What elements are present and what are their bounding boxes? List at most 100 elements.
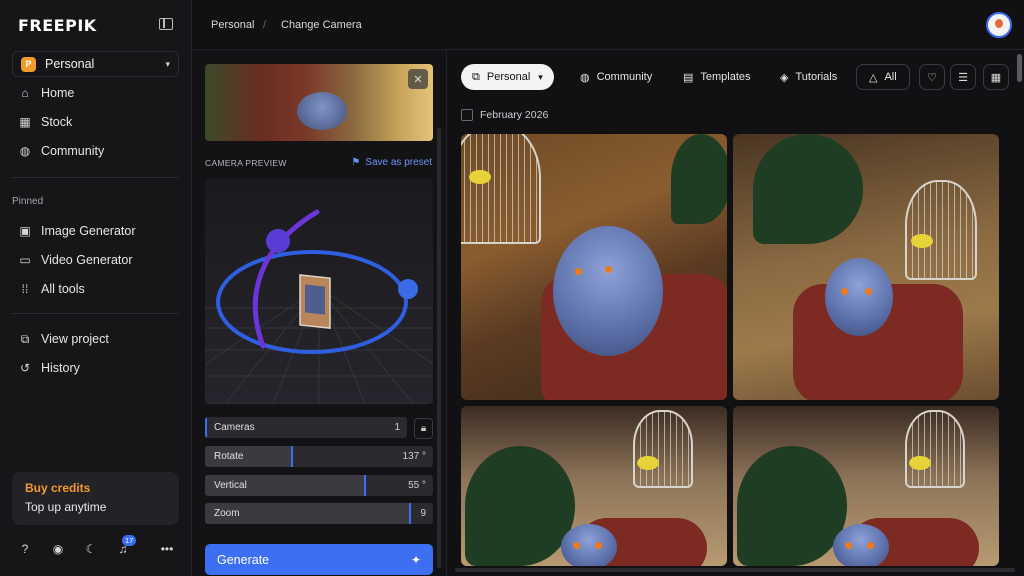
discord-icon[interactable]: ◉ [51,542,65,556]
sparkle-icon: ✦ [410,552,421,567]
sidebar-collapse-icon[interactable] [159,18,173,30]
cat-eye [841,288,848,295]
moon-icon[interactable]: ☾ [84,542,98,556]
buy-credits-title: Buy credits [25,481,91,495]
sidebar-item-label: All tools [41,282,85,296]
all-filter-label: All [884,71,897,83]
plant-leaf [465,446,575,566]
slider-label: Cameras [214,422,255,433]
sidebar-item-label: History [41,361,80,375]
chevron-down-icon: ▾ [538,71,543,82]
birdcage [905,180,977,280]
sidebar-item-community[interactable]: ◍ Community [18,141,104,161]
close-icon[interactable]: ✕ [408,69,428,89]
cat-eye [595,542,602,549]
freepik-logo[interactable]: FREEPIK [18,16,97,35]
select-date-checkbox[interactable] [461,109,473,121]
workspace-label: Personal [45,57,95,71]
slider-handle[interactable] [409,503,412,524]
bird [909,456,931,470]
plant-leaf [737,446,847,566]
slider-handle[interactable] [363,475,366,496]
slider-label: Vertical [214,480,247,491]
templates-button[interactable]: ▤ Templates [672,64,762,90]
breadcrumb-separator: / [263,19,267,31]
gallery-image[interactable] [461,406,727,566]
help-icon[interactable]: ? [18,542,32,556]
buy-credits-card[interactable]: Buy credits Top up anytime [12,472,179,525]
gallery-vertical-scrollbar[interactable] [1017,54,1022,82]
rotate-slider[interactable]: Rotate 137 ° [205,446,433,467]
workspace-badge: P [21,56,36,72]
header: Personal / Change Camera [192,0,1024,50]
slider-label: Rotate [214,451,244,462]
camera-preview-3d[interactable] [205,178,433,404]
bird [469,170,491,184]
workspace-selector[interactable]: P Personal ▾ [12,51,179,77]
birdcage [461,134,541,244]
gallery-image[interactable] [461,134,727,400]
sidebar-item-home[interactable]: ⌂ Home [18,83,74,103]
sidebar-item-stock[interactable]: ▦ Stock [18,112,72,132]
history-icon: ↺ [19,361,31,375]
sidebar-item-label: Video Generator [41,253,133,267]
sidebar-item-label: View project [41,332,109,346]
cat [825,258,893,336]
gallery-image[interactable] [733,406,999,566]
vertical-slider[interactable]: Vertical 55 ° [205,475,433,496]
tutorials-button[interactable]: ◈ Tutorials [769,64,848,90]
sliders-icon[interactable]: ☰ [950,64,976,90]
slider-value: 137 ° [402,451,426,462]
image-icon: ▣ [19,224,31,238]
slider-value: 1 [394,422,400,433]
shapes-icon: △ [869,71,878,84]
more-icon[interactable]: ••• [160,542,174,556]
sidebar-item-video-generator[interactable]: ▭ Video Generator [18,250,133,270]
sidebar-item-view-project[interactable]: ⧉ View project [18,329,109,349]
sidebar-item-label: Community [41,144,105,158]
cameras-slider[interactable]: Cameras 1 [205,417,407,438]
sidebar-item-image-generator[interactable]: ▣ Image Generator [18,221,136,241]
lock-icon[interactable]: 🔒︎ [414,418,433,439]
slider-handle[interactable] [205,417,207,438]
personal-filter-button[interactable]: ⧉ Personal ▾ [461,64,554,90]
cat-eye [573,542,580,549]
breadcrumb-personal[interactable]: Personal [211,19,254,31]
sidebar-item-label: Stock [41,115,73,129]
bell-icon[interactable]: ♫ 17 [116,535,137,556]
source-image-thumbnail[interactable]: ✕ [205,64,433,141]
cat-eye [845,542,852,549]
dots-grid-icon: ⁞⁞ [21,282,29,296]
camera-panel: ✕ CAMERA PREVIEW ⚑ Save as preset Camera… [192,50,447,576]
sidebar-footer: ? ◉ ☾ ♫ 17 ••• [18,535,178,558]
save-as-preset-button[interactable]: ⚑ Save as preset [351,157,432,168]
camera-orbit-graphic [205,178,433,404]
save-as-preset-label: Save as preset [365,157,432,168]
sidebar-item-label: Image Generator [41,224,136,238]
sidebar-item-label: Home [41,86,75,100]
sidebar-item-all-tools[interactable]: ⁞⁞ All tools [18,279,85,299]
slider-handle[interactable] [290,446,293,467]
globe-icon: ◍ [19,144,31,158]
avatar[interactable] [986,12,1012,38]
cat-eye [605,266,612,273]
cat-eye [575,268,582,275]
sidebar-item-history[interactable]: ↺ History [18,358,80,378]
cat [561,524,617,566]
globe-icon: ◍ [580,71,590,84]
templates-label: Templates [700,71,751,83]
all-filter-button[interactable]: △ All [856,64,910,90]
zoom-slider[interactable]: Zoom 9 [205,503,433,524]
generate-button[interactable]: Generate ✦ [205,544,433,575]
cat-image [297,92,347,130]
panel-scrollbar[interactable] [437,128,441,568]
grid-view-icon[interactable]: ▦ [983,64,1009,90]
buy-credits-subtitle: Top up anytime [25,500,107,514]
generate-label: Generate [217,552,270,567]
community-filter-button[interactable]: ◍ Community [569,64,663,90]
birdcage [633,410,693,488]
pinned-title: Pinned [12,196,44,207]
heart-icon[interactable]: ♡ [919,64,945,90]
gallery-image[interactable] [733,134,999,400]
gallery-horizontal-scrollbar[interactable] [455,568,1015,572]
